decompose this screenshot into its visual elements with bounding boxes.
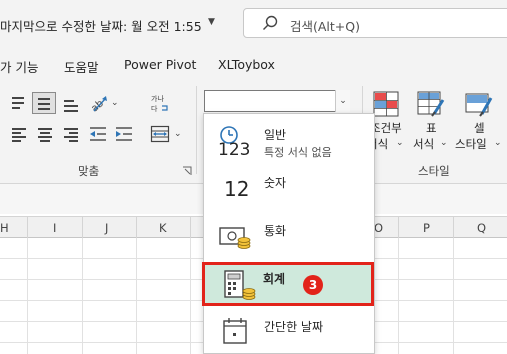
menu-item-label: 숫자 [264, 176, 287, 190]
column-header[interactable]: P [423, 221, 430, 235]
column-header[interactable]: H [0, 221, 9, 235]
svg-text:가나: 가나 [151, 94, 164, 103]
chevron-down-icon[interactable]: ⌄ [440, 138, 448, 148]
chevron-down-icon[interactable]: ⌄ [494, 138, 502, 148]
menu-item-label: 통화 [264, 224, 287, 238]
column-header[interactable]: O [374, 221, 383, 235]
number-format-menu: 123 일반 특정 서식 없음 12 숫자 통화 간단한 날짜 [203, 113, 375, 354]
align-bottom-button[interactable] [62, 94, 82, 114]
cell-styles-label-2[interactable]: 스타일 [455, 136, 487, 152]
search-placeholder: 검색(Alt+Q) [290, 19, 360, 34]
chevron-down-icon[interactable]: ▼ [208, 17, 215, 27]
tab-xltoybox[interactable]: XLToybox [218, 57, 275, 72]
column-header[interactable]: I [53, 221, 56, 235]
cell-styles-label[interactable]: 셀 [474, 120, 485, 136]
alignment-group-label: 맞춤 [78, 164, 100, 178]
general-icon-text: 123 [218, 140, 251, 160]
align-middle-button[interactable] [32, 92, 56, 114]
orientation-icon[interactable]: ab [88, 92, 110, 114]
menu-item-number[interactable]: 12 숫자 [204, 170, 374, 218]
align-right-button[interactable] [62, 126, 82, 142]
styles-group-label: 스타일 [418, 164, 450, 178]
accounting-icon [224, 270, 256, 300]
format-as-table-label-2[interactable]: 서식 [413, 136, 434, 152]
tab-power-pivot[interactable]: Power Pivot [124, 57, 196, 72]
search-input[interactable]: 검색(Alt+Q) [243, 8, 507, 38]
chevron-down-icon[interactable]: ⌄ [111, 98, 119, 108]
format-as-table-label[interactable]: 표 [426, 120, 437, 136]
decrease-indent-icon[interactable] [88, 125, 108, 143]
dialog-launcher-icon[interactable] [182, 166, 192, 176]
tab-add-ins[interactable]: 가 기능 [0, 57, 38, 76]
conditional-formatting-icon[interactable] [372, 90, 400, 118]
align-left-button[interactable] [10, 126, 30, 142]
align-top-button[interactable] [10, 94, 30, 114]
menu-item-label: 간단한 날짜 [264, 320, 324, 334]
column-header[interactable]: J [105, 221, 108, 235]
merge-center-icon[interactable] [150, 124, 170, 144]
step-badge: 3 [303, 275, 323, 295]
increase-indent-icon[interactable] [114, 125, 134, 143]
search-icon [263, 15, 278, 30]
menu-item-general[interactable]: 123 일반 특정 서식 없음 [204, 118, 374, 168]
tab-help[interactable]: 도움말 [64, 57, 99, 76]
menu-item-currency[interactable]: 통화 [204, 218, 374, 260]
ribbon-tabs: 가 기능 도움말 Power Pivot XLToybox [0, 48, 507, 80]
column-header[interactable]: Q [477, 221, 486, 235]
chevron-down-icon[interactable]: ⌄ [174, 129, 182, 139]
number-format-combobox[interactable] [204, 90, 350, 112]
title-bar: 마지막으로 수정한 날짜: 월 오전 1:55 ▼ 검색(Alt+Q) [0, 0, 507, 48]
format-as-table-icon[interactable] [416, 90, 446, 118]
calendar-icon [223, 318, 247, 344]
cell-styles-icon[interactable] [464, 90, 494, 118]
menu-item-label: 일반 [264, 128, 287, 142]
menu-item-label: 회계 [263, 272, 286, 286]
document-title[interactable]: 마지막으로 수정한 날짜: 월 오전 1:55 [0, 16, 202, 35]
number-icon: 12 [224, 177, 250, 201]
menu-item-short-date[interactable]: 간단한 날짜 [204, 312, 374, 353]
currency-icon [219, 227, 251, 249]
accounting-highlight[interactable]: 회계 [202, 262, 374, 306]
align-center-button[interactable] [36, 126, 56, 142]
svg-text:다: 다 [151, 104, 158, 113]
wrap-text-icon[interactable]: 가나 다 [150, 92, 170, 114]
group-divider [196, 86, 197, 174]
chevron-down-icon[interactable]: ⌄ [396, 138, 404, 148]
column-header[interactable]: K [159, 221, 167, 235]
chevron-down-icon[interactable]: ⌄ [335, 90, 350, 112]
menu-item-description: 특정 서식 없음 [264, 146, 332, 159]
